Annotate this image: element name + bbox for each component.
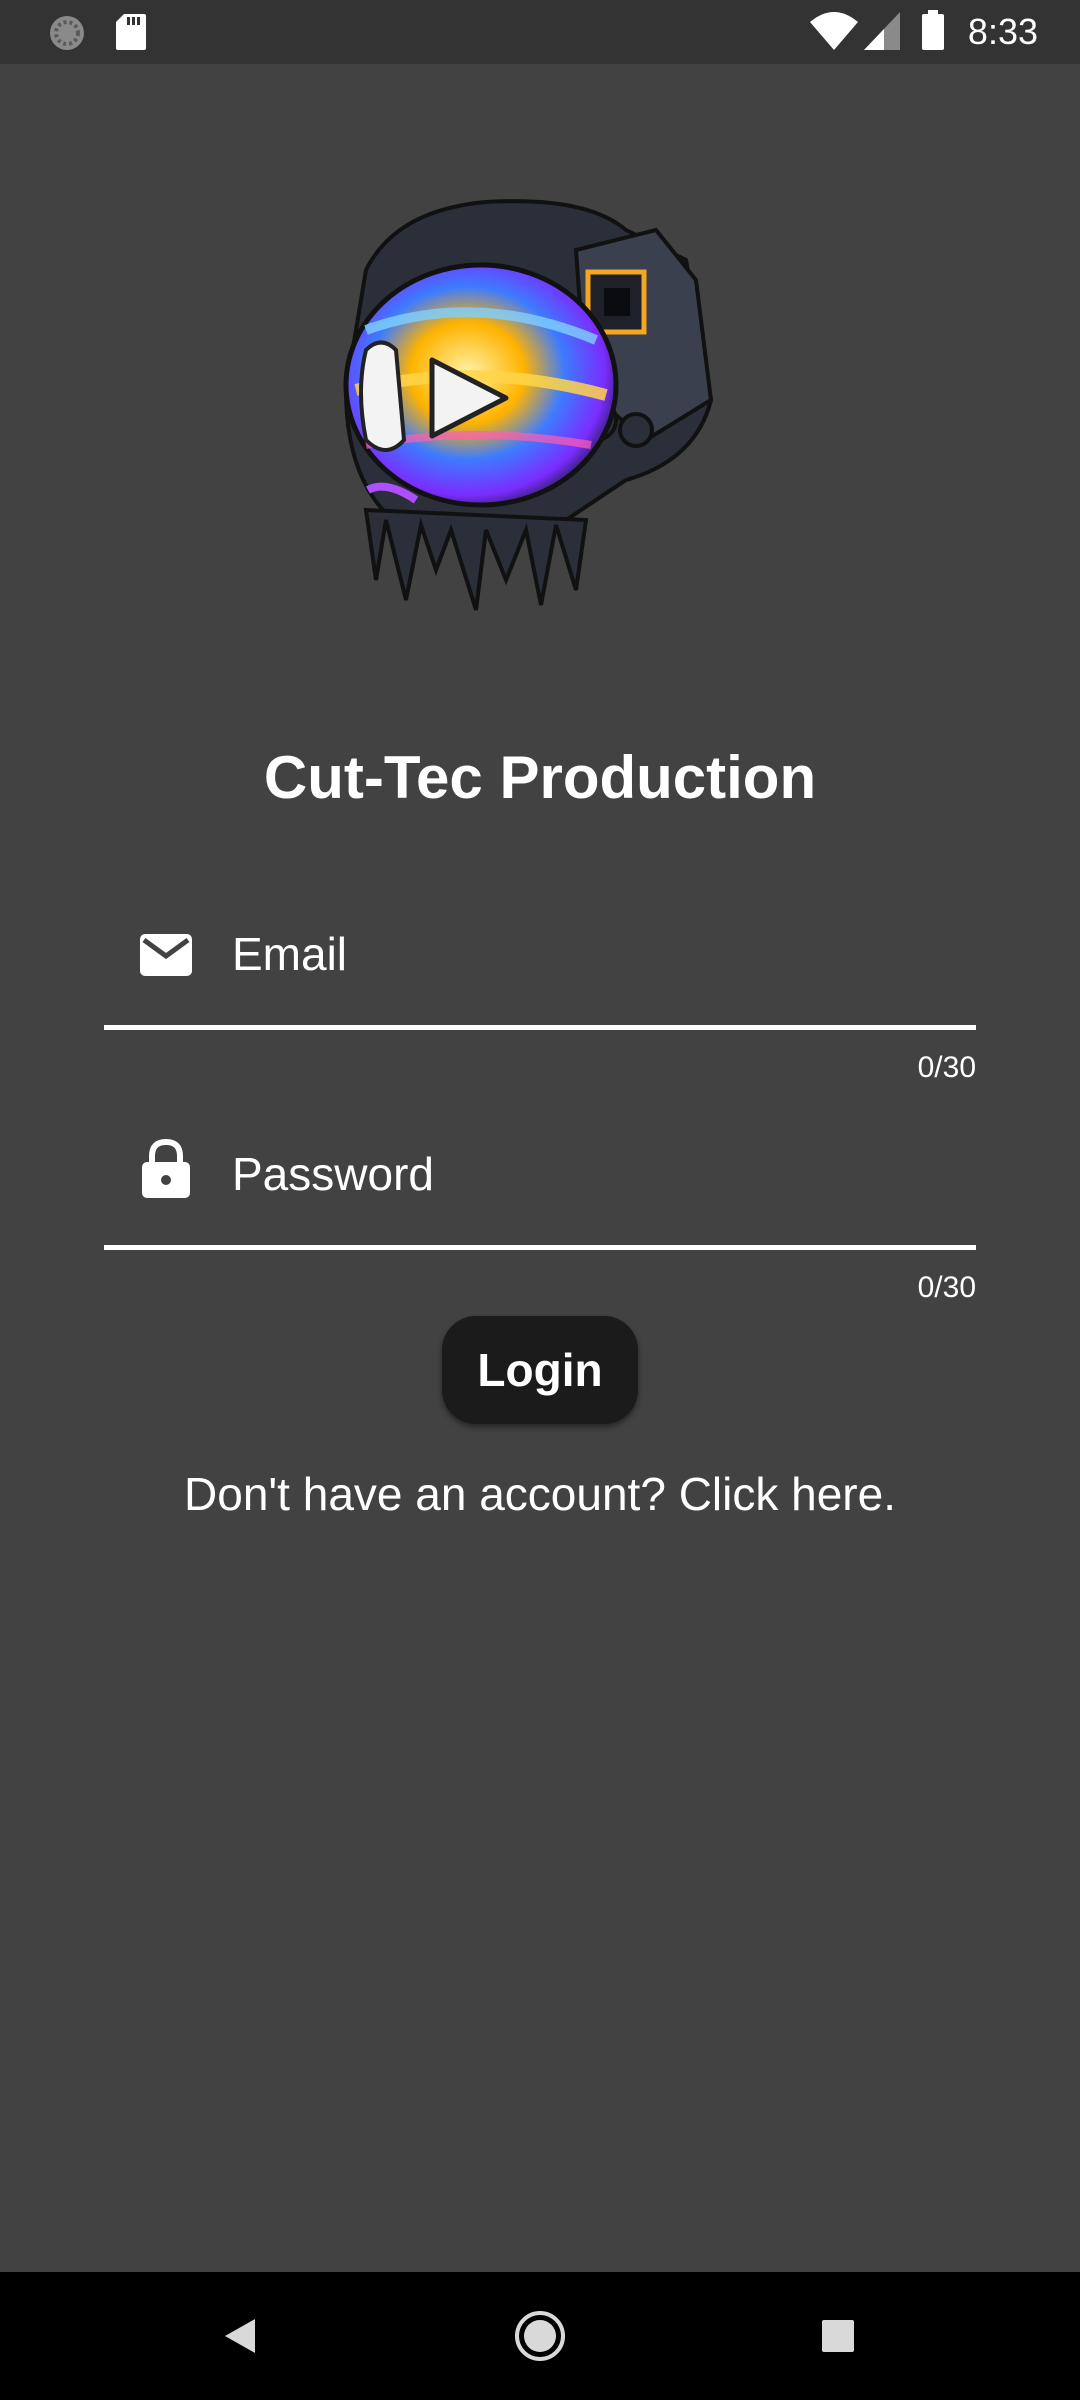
- login-button[interactable]: Login: [442, 1316, 638, 1424]
- email-icon: [138, 926, 194, 982]
- signup-link[interactable]: Don't have an account? Click here.: [0, 1464, 1080, 1524]
- clock: 8:33: [967, 11, 1038, 52]
- status-bar: 8:33: [0, 0, 1080, 64]
- recents-square-icon[interactable]: [806, 2304, 870, 2368]
- email-char-counter: 0/30: [917, 1051, 976, 1084]
- home-circle-icon[interactable]: [508, 2304, 572, 2368]
- battery-icon: [922, 10, 944, 55]
- email-input[interactable]: [232, 884, 966, 1024]
- email-field[interactable]: [104, 884, 976, 1030]
- signal-icon: [864, 12, 900, 55]
- password-field[interactable]: [104, 1104, 976, 1250]
- astronaut-helmet-play-logo: [343, 199, 714, 611]
- app-logo: [326, 190, 716, 630]
- lock-icon: [138, 1138, 194, 1198]
- back-triangle-icon[interactable]: [208, 2304, 272, 2368]
- sync-icon: [48, 14, 86, 57]
- sd-card-icon: [116, 14, 146, 55]
- password-input[interactable]: [232, 1104, 966, 1244]
- wifi-icon: [810, 12, 858, 55]
- password-char-counter: 0/30: [917, 1271, 976, 1304]
- navigation-bar: [0, 2272, 1080, 2400]
- app-title: Cut-Tec Production: [263, 744, 817, 811]
